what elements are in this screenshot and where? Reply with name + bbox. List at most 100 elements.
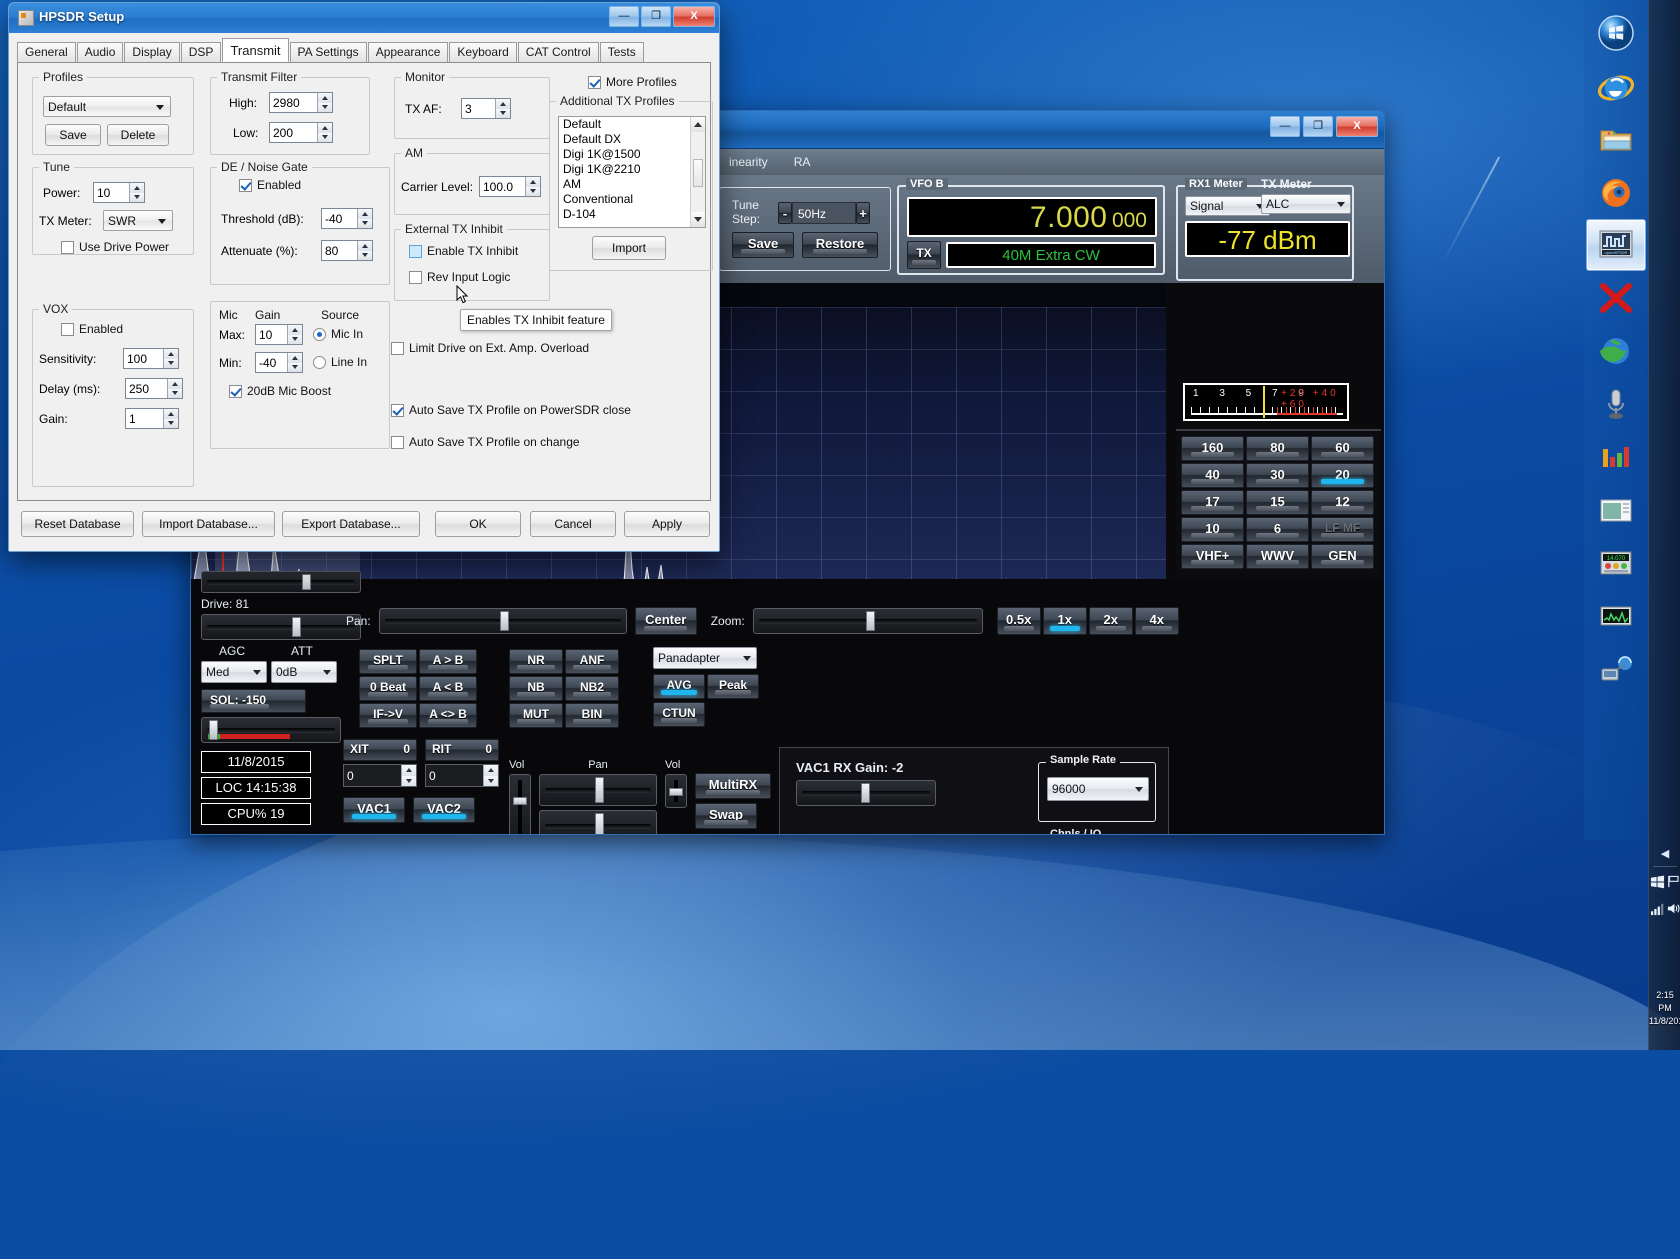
network-signal-icon[interactable] xyxy=(1650,901,1665,916)
zoom-button-2x[interactable]: 2x xyxy=(1089,607,1133,635)
pan-slider[interactable] xyxy=(379,608,627,634)
band-button-wwv[interactable]: WWV xyxy=(1246,544,1309,569)
windows-flag-icon[interactable] xyxy=(1650,874,1665,889)
split-button[interactable]: SPLT xyxy=(359,649,417,674)
tune-txmeter-select[interactable]: SWR xyxy=(103,210,173,231)
a-from-b-button[interactable]: A < B xyxy=(419,676,477,701)
tune-step-increment[interactable]: + xyxy=(856,202,870,224)
vac1-rx-gain-slider[interactable] xyxy=(796,780,936,806)
xit-value-input[interactable]: 0 xyxy=(343,764,417,787)
zoom-button-1x[interactable]: 1x xyxy=(1043,607,1087,635)
additional-tx-profiles-list[interactable]: Default Default DX Digi 1K@1500 Digi 1K@… xyxy=(558,116,706,228)
bar-chart-icon[interactable] xyxy=(1586,431,1646,483)
list-item[interactable]: Default xyxy=(559,117,705,132)
peak-button[interactable]: Peak xyxy=(707,674,759,699)
vox-delay-input[interactable]: 250 xyxy=(125,378,183,399)
tab-audio[interactable]: Audio xyxy=(77,42,124,62)
noise-gate-enabled-checkbox[interactable] xyxy=(239,179,252,192)
list-item[interactable]: AM xyxy=(559,177,705,192)
tx-low-input[interactable]: 200 xyxy=(269,122,333,143)
tab-tests[interactable]: Tests xyxy=(600,42,644,62)
anf-button[interactable]: ANF xyxy=(565,649,619,674)
tab-cat-control[interactable]: CAT Control xyxy=(518,42,599,62)
tx-af-input[interactable]: 3 xyxy=(461,98,511,119)
vox-gain-input[interactable]: 1 xyxy=(125,408,179,429)
scroll-up-arrow[interactable] xyxy=(691,117,705,132)
vac1-button[interactable]: VAC1 xyxy=(343,797,405,823)
sample-rate-select[interactable]: 96000 xyxy=(1047,777,1149,801)
export-database-button[interactable]: Export Database... xyxy=(282,511,420,537)
setup-titlebar[interactable]: HPSDR Setup — ❐ X xyxy=(9,3,719,33)
tune-power-input[interactable]: 10 xyxy=(93,182,145,203)
drive-slider[interactable] xyxy=(201,614,361,640)
band-button-20[interactable]: 20 xyxy=(1311,463,1374,488)
enable-tx-inhibit-row[interactable]: Enable TX Inhibit xyxy=(409,244,518,258)
band-button-30[interactable]: 30 xyxy=(1246,463,1309,488)
bin-button[interactable]: BIN xyxy=(565,703,619,728)
globe-icon[interactable] xyxy=(1586,325,1646,377)
enable-tx-inhibit-checkbox[interactable] xyxy=(409,245,422,258)
scroll-down-arrow[interactable] xyxy=(691,212,705,227)
tab-dsp[interactable]: DSP xyxy=(181,42,222,62)
volume-icon[interactable] xyxy=(1666,901,1680,916)
frequency-display-icon[interactable]: 14.070 xyxy=(1586,537,1646,589)
autosave-close-checkbox[interactable] xyxy=(391,404,404,417)
tab-general[interactable]: General xyxy=(17,42,76,62)
band-button-60[interactable]: 60 xyxy=(1311,436,1374,461)
band-button-lfmf[interactable]: LF MF xyxy=(1311,517,1374,542)
rit-value-input[interactable]: 0 xyxy=(425,764,499,787)
setup-maximize-button[interactable]: ❐ xyxy=(641,6,671,27)
band-button-10[interactable]: 10 xyxy=(1181,517,1244,542)
ok-button[interactable]: OK xyxy=(435,511,521,537)
rev-input-logic-row[interactable]: Rev Input Logic xyxy=(409,270,510,284)
setup-minimize-button[interactable]: — xyxy=(609,6,639,27)
line-in-radio[interactable] xyxy=(313,356,326,369)
use-drive-power-checkbox-row[interactable]: Use Drive Power xyxy=(61,240,169,254)
tune-step-decrement[interactable]: - xyxy=(778,202,792,224)
zoom-button-4x[interactable]: 4x xyxy=(1135,607,1179,635)
volume-slider-left[interactable] xyxy=(509,774,531,835)
windows-orb-icon[interactable] xyxy=(1586,7,1646,59)
mic-min-input[interactable]: -40 xyxy=(255,352,303,373)
zoom-button-0-5x[interactable]: 0.5x xyxy=(997,607,1041,635)
if-to-v-button[interactable]: IF->V xyxy=(359,703,417,728)
nb2-button[interactable]: NB2 xyxy=(565,676,619,701)
a-swap-b-button[interactable]: A <> B xyxy=(419,703,477,728)
band-button-160[interactable]: 160 xyxy=(1181,436,1244,461)
band-button-12[interactable]: 12 xyxy=(1311,490,1374,515)
audio-pan-slider-2[interactable] xyxy=(539,810,657,835)
audio-pan-slider-1[interactable] xyxy=(539,774,657,806)
tab-transmit[interactable]: Transmit xyxy=(222,38,288,62)
vfo-b-frequency-display[interactable]: 7.000 000 xyxy=(907,197,1157,237)
swap-button[interactable]: Swap xyxy=(695,803,757,829)
list-item[interactable]: Digi 1K@2210 xyxy=(559,162,705,177)
tx-high-input[interactable]: 2980 xyxy=(269,92,333,113)
taskbar-clock[interactable]: 2:15 PM 11/8/2015 xyxy=(1649,989,1680,1028)
powersdr-minimize-button[interactable]: — xyxy=(1270,116,1300,137)
flag-action-center-icon[interactable] xyxy=(1666,874,1680,889)
tx-button[interactable]: TX xyxy=(907,241,941,269)
multirx-button[interactable]: MultiRX xyxy=(695,773,771,799)
limit-drive-checkbox-row[interactable]: Limit Drive on Ext. Amp. Overload xyxy=(391,341,589,355)
microphone-icon[interactable] xyxy=(1586,378,1646,430)
agc-select[interactable]: Med xyxy=(201,661,267,683)
line-in-radio-row[interactable]: Line In xyxy=(313,355,367,369)
mic-boost-checkbox-row[interactable]: 20dB Mic Boost xyxy=(229,384,331,398)
import-database-button[interactable]: Import Database... xyxy=(142,511,275,537)
band-button-80[interactable]: 80 xyxy=(1246,436,1309,461)
volume-slider-right[interactable] xyxy=(665,774,687,808)
red-x-icon[interactable] xyxy=(1586,272,1646,324)
vac2-button[interactable]: VAC2 xyxy=(413,797,475,823)
mic-boost-checkbox[interactable] xyxy=(229,385,242,398)
waveform-icon[interactable] xyxy=(1586,590,1646,642)
apply-button[interactable]: Apply xyxy=(624,511,710,537)
powersdr-maximize-button[interactable]: ❐ xyxy=(1303,116,1333,137)
rx1-meter-mode-select[interactable]: Signal xyxy=(1185,196,1270,216)
list-item[interactable]: Digi 1K@1500 xyxy=(559,147,705,162)
carrier-level-input[interactable]: 100.0 xyxy=(479,176,541,197)
list-item[interactable]: D-104 xyxy=(559,207,705,222)
mic-in-radio-row[interactable]: Mic In xyxy=(313,327,363,341)
limit-drive-checkbox[interactable] xyxy=(391,342,404,355)
cancel-button[interactable]: Cancel xyxy=(530,511,616,537)
list-item[interactable]: Default DX xyxy=(559,132,705,147)
